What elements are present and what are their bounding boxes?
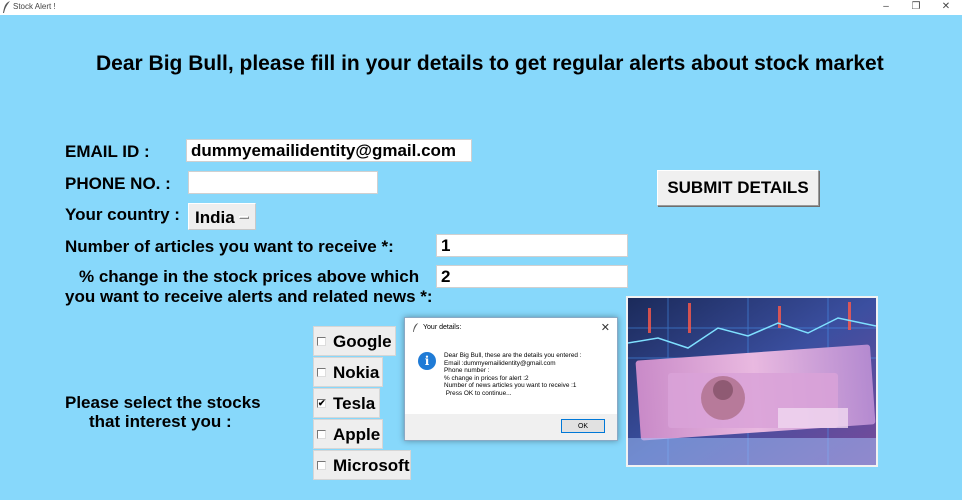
stock-label: Tesla [333, 394, 376, 413]
stock-checkbox-nokia[interactable]: Nokia [313, 357, 383, 387]
minimize-button[interactable]: – [871, 0, 901, 14]
stock-label: Nokia [333, 363, 380, 382]
email-field[interactable] [186, 139, 472, 162]
stock-label: Microsoft [333, 456, 410, 475]
feather-app-icon [3, 1, 10, 13]
country-value: India [195, 208, 235, 227]
change-label-line2: you want to receive alerts and related n… [65, 287, 433, 306]
articles-field[interactable] [436, 234, 628, 257]
checkbox-box[interactable] [317, 461, 326, 470]
stock-checkbox-microsoft[interactable]: Microsoft [313, 450, 411, 480]
phone-field[interactable] [188, 171, 378, 194]
close-button[interactable]: ✕ [931, 0, 961, 14]
check-mark-icon: ✔ [318, 398, 326, 408]
dialog-title: Your details: [423, 324, 462, 331]
checkbox-box[interactable]: ✔ [317, 398, 326, 408]
stock-label: Google [333, 332, 392, 351]
window-titlebar: Stock Alert ! – ❐ ✕ [0, 0, 962, 15]
stocks-label-line2: that interest you : [89, 412, 232, 431]
restore-button[interactable]: ❐ [901, 0, 931, 14]
window-title: Stock Alert ! [13, 2, 56, 11]
dropdown-indicator-icon [239, 216, 249, 219]
stock-market-image [626, 296, 878, 467]
stock-checkbox-apple[interactable]: Apple [313, 419, 383, 449]
change-label-line1: % change in the stock prices above which [79, 267, 420, 286]
stock-checkbox-google[interactable]: Google [313, 326, 396, 356]
main-window: Dear Big Bull, please fill in your detai… [0, 15, 962, 500]
email-label: EMAIL ID : [65, 142, 150, 161]
dialog-close-button[interactable]: ✕ [601, 321, 610, 334]
stock-label: Apple [333, 425, 381, 444]
submit-details-button[interactable]: SUBMIT DETAILS [657, 170, 819, 206]
country-select[interactable]: India [188, 203, 256, 230]
page-heading: Dear Big Bull, please fill in your detai… [96, 52, 884, 75]
country-label: Your country : [65, 205, 180, 224]
dialog-message: Dear Big Bull, these are the details you… [444, 352, 582, 397]
info-icon: i [418, 352, 436, 370]
checkbox-box[interactable] [317, 430, 326, 439]
dialog-footer: OK [405, 414, 617, 440]
stock-checkbox-tesla[interactable]: ✔ Tesla [313, 388, 380, 418]
ok-button[interactable]: OK [561, 419, 605, 433]
checkbox-box[interactable] [317, 337, 326, 346]
feather-app-icon [413, 323, 419, 332]
details-dialog: Your details: ✕ i Dear Big Bull, these a… [404, 317, 618, 441]
phone-label: PHONE NO. : [65, 174, 171, 193]
stocks-label-line1: Please select the stocks [65, 393, 261, 412]
checkbox-box[interactable] [317, 368, 326, 377]
articles-label: Number of articles you want to receive *… [65, 237, 394, 256]
stock-market-picture [628, 298, 876, 465]
change-field[interactable] [436, 265, 628, 288]
